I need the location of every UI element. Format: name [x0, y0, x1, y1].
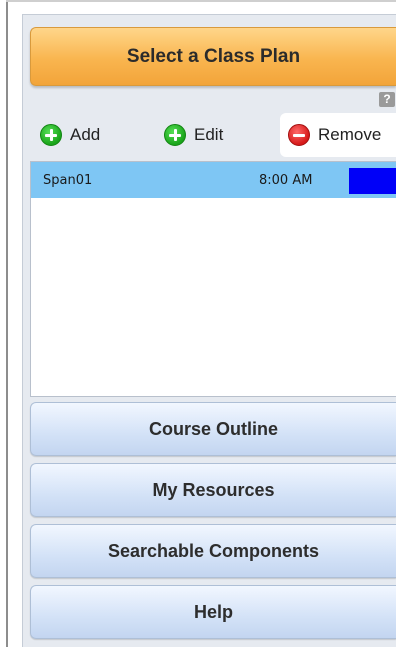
- class-plan-list: Span01 8:00 AM: [30, 161, 396, 397]
- plan-time: 8:00 AM: [259, 172, 313, 188]
- course-outline-button[interactable]: Course Outline: [30, 402, 396, 456]
- searchable-components-label: Searchable Components: [107, 540, 320, 561]
- my-resources-button[interactable]: My Resources: [30, 463, 396, 517]
- frame-border-left: [6, 0, 8, 647]
- remove-label: Remove: [318, 125, 382, 144]
- add-button[interactable]: Add: [40, 113, 100, 157]
- searchable-components-button[interactable]: Searchable Components: [30, 524, 396, 578]
- edit-plus-icon: [164, 124, 186, 146]
- help-label: Help: [193, 601, 233, 622]
- course-outline-label: Course Outline: [148, 418, 278, 439]
- help-question-icon[interactable]: ?: [379, 92, 395, 107]
- add-plus-icon: [40, 124, 62, 146]
- select-class-plan-button[interactable]: Select a Class Plan: [30, 27, 396, 86]
- plan-toolbar: Add Edit Remove: [30, 113, 396, 157]
- plan-color-swatch: [349, 168, 396, 194]
- frame-border-top: [6, 0, 396, 2]
- remove-minus-icon: [288, 124, 310, 146]
- select-class-plan-label: Select a Class Plan: [126, 45, 301, 67]
- my-resources-label: My Resources: [152, 479, 275, 500]
- remove-button[interactable]: Remove: [280, 113, 396, 157]
- plan-name: Span01: [43, 172, 93, 188]
- help-button[interactable]: Help: [30, 585, 396, 639]
- add-label: Add: [70, 125, 101, 144]
- edit-button[interactable]: Edit: [164, 113, 223, 157]
- list-item[interactable]: Span01 8:00 AM: [31, 162, 396, 198]
- edit-label: Edit: [194, 125, 224, 144]
